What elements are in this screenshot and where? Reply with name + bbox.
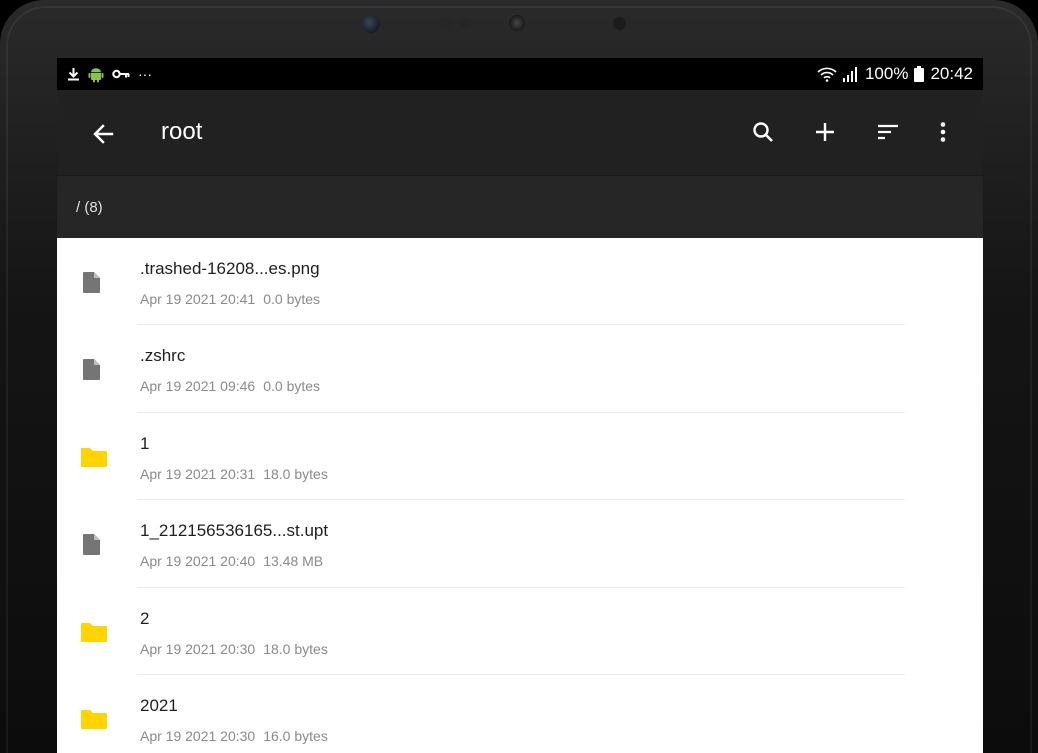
file-icon (80, 270, 104, 294)
file-size: 18.0 bytes (263, 465, 328, 482)
signal-icon (842, 66, 859, 82)
folder-icon (80, 620, 107, 644)
file-date: Apr 19 2021 20:41 (140, 291, 256, 307)
download-icon (67, 67, 80, 81)
file-name: 1 (140, 433, 150, 453)
list-item[interactable]: 1 Apr 19 2021 20:31 18.0 bytes (57, 413, 983, 501)
proximity-sensor (613, 17, 626, 30)
search-button[interactable] (745, 114, 781, 150)
file-meta: Apr 19 2021 20:30 18.0 bytes (140, 641, 328, 657)
sensor-dot (460, 18, 471, 29)
folder-icon (80, 707, 107, 731)
search-icon (751, 120, 775, 144)
file-name: .trashed-16208...es.png (140, 259, 320, 278)
front-camera (362, 15, 380, 33)
list-item[interactable]: 1_212156536165...st.upt Apr 19 2021 20:4… (57, 500, 983, 588)
battery-percent: 100% (864, 64, 909, 83)
file-icon (80, 532, 104, 556)
iris-sensor (509, 15, 525, 31)
file-name: .zshrc (140, 346, 186, 366)
arrow-back-icon (91, 122, 115, 146)
file-meta: Apr 19 2021 20:40 13.48 MB (140, 553, 323, 569)
breadcrumb[interactable]: / (8) (57, 175, 983, 238)
list-item[interactable]: 2 Apr 19 2021 20:30 18.0 bytes (57, 588, 983, 675)
sort-button[interactable] (870, 114, 906, 150)
file-meta: Apr 19 2021 20:30 16.0 bytes (140, 728, 328, 744)
clock: 20:42 (930, 64, 973, 83)
file-date: Apr 19 2021 20:40 (140, 553, 256, 570)
device-bezel: ··· 100% 20:42 root / (8) .trashed-16208… (0, 0, 1038, 753)
android-icon (88, 66, 104, 83)
status-bar: ··· 100% 20:42 (57, 58, 983, 90)
file-list: .trashed-16208...es.png Apr 19 2021 20:4… (57, 238, 983, 753)
breadcrumb-path: / (8) (76, 198, 103, 216)
file-meta: Apr 19 2021 20:41 0.0 bytes (140, 291, 320, 307)
file-name: 1_212156536165...st.upt (140, 521, 329, 541)
status-notifications: ··· (67, 66, 152, 83)
file-size: 18.0 bytes (263, 640, 328, 657)
add-icon (813, 120, 837, 144)
more-notifications-indicator: ··· (138, 66, 152, 82)
screen: ··· 100% 20:42 root / (8) .trashed-16208… (57, 58, 983, 753)
more-vert-icon (931, 120, 955, 144)
status-system: 100% 20:42 (817, 64, 973, 84)
battery-icon (914, 66, 925, 82)
file-meta: Apr 19 2021 20:31 18.0 bytes (140, 466, 328, 482)
app-toolbar: root (57, 90, 983, 175)
list-item[interactable]: 2021 Apr 19 2021 20:30 16.0 bytes (57, 675, 983, 753)
wifi-icon (817, 67, 837, 82)
sensor-dot (440, 18, 451, 29)
file-name: 2021 (140, 695, 178, 715)
file-size: 0.0 bytes (263, 291, 321, 307)
file-date: Apr 19 2021 09:46 (140, 378, 256, 395)
file-icon (80, 357, 104, 381)
more-options-button[interactable] (925, 114, 961, 150)
file-size: 16.0 bytes (263, 727, 328, 744)
vpn-key-icon (112, 69, 130, 79)
list-item[interactable]: .trashed-16208...es.png Apr 19 2021 20:4… (57, 238, 983, 326)
folder-icon (80, 445, 107, 469)
sort-icon (876, 120, 900, 144)
list-item[interactable]: .zshrc Apr 19 2021 09:46 0.0 bytes (57, 325, 983, 413)
file-date: Apr 19 2021 20:30 (140, 727, 256, 744)
file-size: 13.48 MB (263, 553, 324, 570)
page-title: root (161, 118, 203, 145)
file-date: Apr 19 2021 20:31 (140, 465, 256, 482)
file-meta: Apr 19 2021 09:46 0.0 bytes (140, 378, 320, 394)
add-button[interactable] (807, 114, 843, 150)
file-date: Apr 19 2021 20:30 (140, 640, 256, 657)
file-name: 2 (140, 608, 150, 628)
file-size: 0.0 bytes (263, 378, 321, 395)
back-button[interactable] (85, 116, 121, 152)
